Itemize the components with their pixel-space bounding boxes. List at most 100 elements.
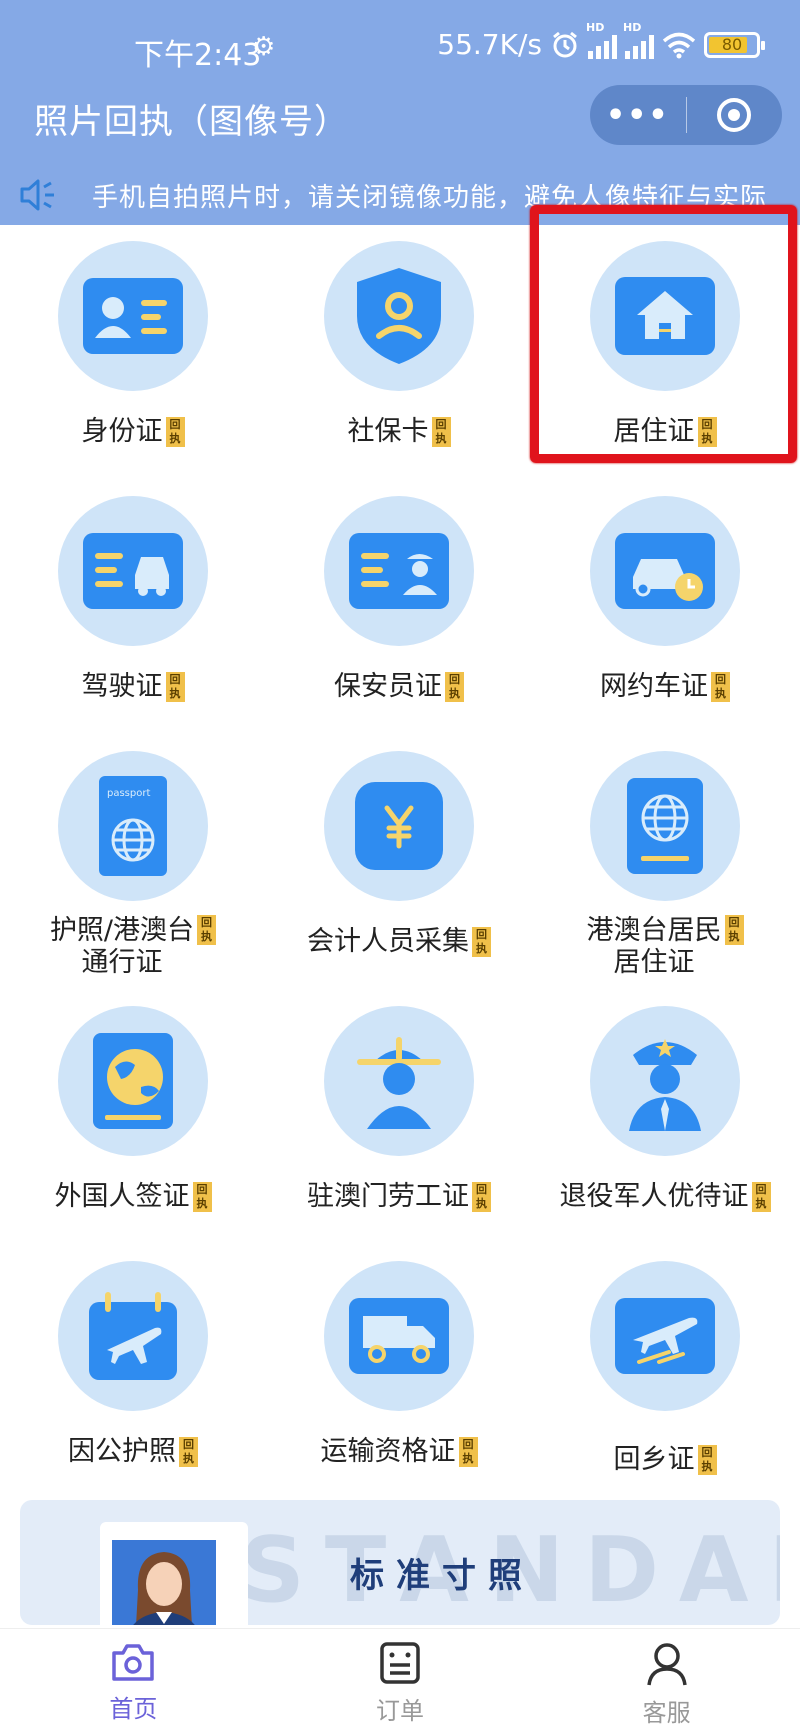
grid-item-label: 运输资格证 回执 — [266, 1435, 532, 1468]
grid-item-label: 退役军人优待证 回执 — [532, 1180, 798, 1213]
target-icon — [717, 98, 752, 132]
grid-item-label: 身份证 回执 — [0, 415, 266, 448]
more-button[interactable]: ••• — [590, 85, 686, 145]
sample-photo — [100, 1522, 248, 1625]
signal-hd-2-icon: HD — [623, 21, 654, 59]
receipt-badge: 回执 — [165, 671, 185, 702]
icon-circle — [590, 751, 740, 901]
receipt-badge: 回执 — [179, 1436, 198, 1467]
receipt-badge: 回执 — [458, 1436, 478, 1467]
grid-item-label: 港澳台居民 居住证回执 — [532, 915, 798, 979]
grid-item-veteran-card[interactable]: 退役军人优待证 回执 — [532, 990, 798, 1245]
bottom-tab-bar: 首页 订单 客服 — [0, 1628, 800, 1734]
tab-label: 订单 — [376, 1697, 424, 1725]
receipt-badge: 回执 — [724, 915, 744, 945]
receipt-badge: 回执 — [431, 416, 451, 447]
globe-book-icon — [93, 1033, 173, 1129]
receipt-badge: 回执 — [445, 671, 464, 702]
car-clock-icon — [615, 533, 715, 609]
grid-item-macau-labor-permit[interactable]: 驻澳门劳工证 回执 — [266, 990, 532, 1245]
grid-item-social-security-card[interactable]: 社保卡 回执 — [266, 225, 532, 480]
header: 下午2:43 ⚙ 55.7K/s HD HD 80 照片回执（图像号） ••• … — [0, 0, 800, 225]
tab-home[interactable]: 首页 — [0, 1629, 267, 1734]
yen-icon — [355, 782, 443, 870]
icon-circle — [58, 241, 208, 391]
driver-license-icon — [83, 533, 183, 609]
officer-icon — [629, 1039, 701, 1131]
receipt-badge: 回执 — [192, 1181, 212, 1212]
banner-title: 标准寸照 — [350, 1556, 534, 1596]
tab-label: 首页 — [109, 1695, 158, 1723]
notice-text: 手机自拍照片时，请关闭镜像功能，避免人像特征与实际 — [92, 182, 768, 213]
grid-item-driver-license[interactable]: 驾驶证 回执 — [0, 480, 266, 735]
grid-item-passport[interactable]: passport 护照/港澳台 通行证回执 — [0, 735, 266, 990]
grid-item-residence-permit[interactable]: 居住证 回执 — [532, 225, 798, 480]
svg-text:passport: passport — [107, 788, 150, 799]
id-card-icon — [83, 278, 183, 354]
wifi-icon — [662, 32, 696, 58]
receipt-badge: 回执 — [711, 671, 730, 702]
grid-item-official-passport[interactable]: 因公护照 回执 — [0, 1245, 266, 1500]
close-miniprogram-button[interactable] — [687, 85, 783, 145]
grid-item-home-return-permit[interactable]: 回乡证 回执 — [532, 1245, 798, 1500]
status-indicators: 55.7K/s HD HD 80 — [437, 21, 765, 61]
truck-icon — [349, 1298, 449, 1374]
icon-circle — [324, 751, 474, 901]
receipt-badge: 回执 — [472, 926, 491, 957]
grid-item-hk-macau-taiwan-residence[interactable]: 港澳台居民 居住证回执 — [532, 735, 798, 990]
alarm-icon — [553, 31, 577, 57]
grid-item-label: 护照/港澳台 通行证回执 — [0, 915, 266, 979]
icon-circle — [324, 1261, 474, 1411]
page-title: 照片回执（图像号） — [34, 102, 349, 142]
grid-item-accountant-collection[interactable]: 会计人员采集 回执 — [266, 735, 532, 990]
icon-circle — [58, 1261, 208, 1411]
grid-item-label: 社保卡 回执 — [266, 415, 532, 448]
icon-circle — [590, 1006, 740, 1156]
grid-item-label: 会计人员采集 回执 — [266, 925, 532, 958]
tab-customer-service[interactable]: 客服 — [533, 1629, 800, 1734]
guard-card-icon — [349, 533, 449, 609]
grid-item-id-card[interactable]: 身份证 回执 — [0, 225, 266, 480]
grid-item-label: 保安员证 回执 — [266, 670, 532, 703]
shield-user-icon — [357, 268, 441, 364]
globe-card-icon — [627, 778, 703, 874]
standard-photo-banner[interactable]: STANDAR 标准寸照 — [20, 1500, 780, 1625]
icon-circle: passport — [58, 751, 208, 901]
icon-circle — [324, 241, 474, 391]
grid-item-label: 因公护照 回执 — [0, 1435, 266, 1468]
network-speed: 55.7K/s — [437, 28, 542, 61]
icon-circle — [590, 241, 740, 391]
icon-circle — [58, 1006, 208, 1156]
grid-item-label: 外国人签证 回执 — [0, 1180, 266, 1213]
receipt-badge: 回执 — [697, 416, 717, 447]
worker-icon — [357, 1037, 441, 1129]
icon-circle — [590, 1261, 740, 1411]
icon-circle — [590, 496, 740, 646]
status-time: 下午2:43 — [134, 38, 262, 73]
receipt-badge: 回执 — [472, 1181, 491, 1212]
grid-item-label: 居住证 回执 — [532, 415, 798, 448]
grid-item-foreigner-visa[interactable]: 外国人签证 回执 — [0, 990, 266, 1245]
receipt-badge: 回执 — [165, 416, 185, 447]
icon-circle — [58, 496, 208, 646]
icon-circle — [324, 496, 474, 646]
settings-gear-icon: ⚙ — [252, 32, 276, 62]
camera-icon — [112, 1644, 155, 1681]
status-bar: 下午2:43 ⚙ 55.7K/s HD HD 80 — [0, 0, 800, 92]
receipt-badge: 回执 — [751, 1181, 771, 1212]
receipt-badge: 回执 — [197, 915, 217, 945]
user-icon — [646, 1643, 687, 1686]
grid-item-label: 回乡证 回执 — [532, 1443, 798, 1476]
tab-orders[interactable]: 订单 — [267, 1629, 534, 1734]
icon-circle — [324, 1006, 474, 1156]
airplane-card-icon — [615, 1298, 715, 1374]
battery-level: 80 — [721, 35, 743, 54]
speaker-icon — [20, 179, 54, 211]
grid-item-label: 网约车证 回执 — [532, 670, 798, 703]
grid-item-transport-qualification[interactable]: 运输资格证 回执 — [266, 1245, 532, 1500]
grid-item-security-guard-license[interactable]: 保安员证 回执 — [266, 480, 532, 735]
more-dots-icon: ••• — [605, 97, 670, 133]
grid-item-ride-hailing-license[interactable]: 网约车证 回执 — [532, 480, 798, 735]
battery-icon: 80 — [704, 31, 765, 58]
passport-icon: passport — [99, 776, 167, 876]
